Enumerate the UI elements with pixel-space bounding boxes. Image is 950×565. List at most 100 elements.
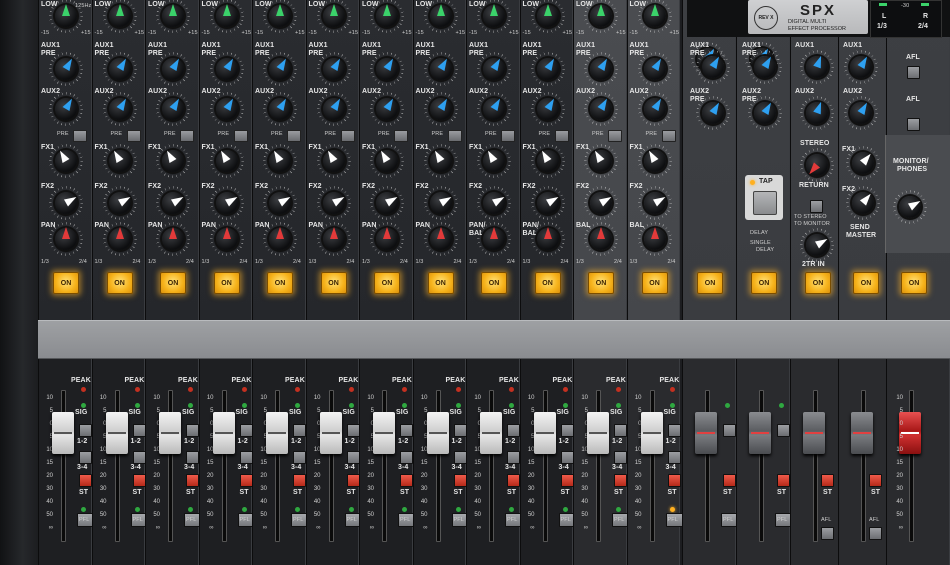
bus-34-button[interactable]: [667, 451, 681, 464]
aux2-pre-switch[interactable]: [126, 130, 141, 142]
fx2-knob[interactable]: [536, 192, 560, 214]
fx1-knob[interactable]: [162, 148, 184, 172]
bus-34-button[interactable]: [560, 451, 574, 464]
bus-34-button[interactable]: [453, 451, 467, 464]
on-button[interactable]: ON: [53, 272, 79, 294]
aux2-pre-switch[interactable]: [73, 130, 87, 142]
bus-12-button[interactable]: [346, 424, 360, 437]
on-button[interactable]: ON: [481, 272, 507, 294]
channel-fader[interactable]: [52, 412, 74, 454]
bus-34-button[interactable]: [79, 451, 92, 464]
stereo-bus-button[interactable]: [723, 474, 736, 487]
low-eq-knob[interactable]: [108, 4, 131, 27]
aux2-knob[interactable]: [108, 96, 131, 120]
aux2-knob[interactable]: [215, 96, 238, 120]
stereo-bus-button[interactable]: [293, 474, 306, 487]
aux1-knob[interactable]: [590, 56, 612, 80]
stereo-bus-button[interactable]: [560, 474, 574, 487]
afl-button[interactable]: [821, 527, 834, 540]
channel-fader[interactable]: [159, 412, 181, 454]
aux1-knob[interactable]: [429, 56, 452, 80]
aux2-knob[interactable]: [643, 96, 666, 120]
on-button[interactable]: ON: [267, 272, 293, 294]
aux2-knob[interactable]: [376, 96, 398, 120]
master-on-button[interactable]: ON: [751, 272, 777, 294]
on-button[interactable]: ON: [534, 272, 561, 294]
to-stereo-button[interactable]: [821, 474, 834, 487]
bus-34-button[interactable]: [614, 451, 627, 464]
channel-fader[interactable]: [533, 412, 556, 454]
on-button[interactable]: ON: [320, 272, 347, 294]
low-eq-knob[interactable]: [162, 4, 184, 27]
aux1-knob[interactable]: [536, 56, 559, 80]
aux2-pre-switch[interactable]: [554, 130, 569, 142]
pan-knob[interactable]: [429, 227, 452, 250]
bus-34-button[interactable]: [186, 451, 199, 464]
aux2-pre-switch[interactable]: [233, 130, 248, 142]
aux1-knob[interactable]: [269, 56, 291, 80]
low-eq-knob[interactable]: [269, 4, 291, 27]
on-button[interactable]: ON: [160, 272, 186, 294]
fx2-knob[interactable]: [269, 192, 293, 214]
bus-12-button[interactable]: [667, 424, 681, 437]
master-on-button[interactable]: ON: [805, 272, 831, 294]
fx1-knob[interactable]: [376, 148, 398, 172]
bus-34-button[interactable]: [346, 451, 360, 464]
fx1-knob[interactable]: [322, 148, 345, 172]
bus-12-button[interactable]: [132, 424, 146, 437]
bus-12-button[interactable]: [400, 424, 413, 437]
stereo-bus-button[interactable]: [400, 474, 413, 487]
aux2-knob[interactable]: [162, 96, 184, 120]
low-eq-knob[interactable]: [322, 4, 345, 27]
aux2-pre-switch[interactable]: [287, 130, 301, 142]
bus-34-button[interactable]: [400, 451, 413, 464]
to-stereo-switch[interactable]: [810, 200, 823, 213]
stereo-return-knob[interactable]: [806, 154, 828, 177]
aux1-send-fader[interactable]: [803, 412, 825, 454]
bus-12-button[interactable]: [614, 424, 627, 437]
fx2-knob[interactable]: [429, 192, 453, 214]
stereo-bus-button[interactable]: [507, 474, 520, 487]
pan-knob[interactable]: [643, 227, 666, 250]
channel-fader[interactable]: [480, 412, 502, 454]
send-fx1-knob[interactable]: [852, 151, 874, 174]
aux2-knob[interactable]: [429, 96, 452, 120]
channel-fader[interactable]: [373, 412, 395, 454]
bus-button[interactable]: [723, 424, 736, 437]
fx2-knob[interactable]: [643, 192, 667, 214]
fxret-aux2-knob[interactable]: [702, 100, 724, 124]
fxret2-aux1-knob[interactable]: [754, 54, 776, 78]
low-eq-knob[interactable]: [536, 4, 559, 27]
send-aux1-knob[interactable]: [850, 54, 872, 78]
to-stereo-button[interactable]: [869, 474, 882, 487]
aux1-knob[interactable]: [483, 56, 505, 80]
fx1-send-fader[interactable]: [695, 412, 717, 454]
on-button[interactable]: ON: [374, 272, 400, 294]
stereo-bus-button[interactable]: [614, 474, 627, 487]
pan-knob[interactable]: [269, 227, 291, 250]
aux2-pre-switch[interactable]: [394, 130, 408, 142]
tap-button[interactable]: [753, 191, 777, 215]
on-button[interactable]: ON: [106, 272, 133, 294]
fx1-knob[interactable]: [429, 148, 452, 172]
fx1-knob[interactable]: [483, 148, 505, 172]
bus-34-button[interactable]: [132, 451, 146, 464]
bus-12-button[interactable]: [507, 424, 520, 437]
afl-button[interactable]: [869, 527, 882, 540]
pan-knob[interactable]: [55, 227, 77, 250]
aux2-pre-switch[interactable]: [447, 130, 462, 142]
return-aux2-knob[interactable]: [806, 100, 828, 124]
pan-knob[interactable]: [536, 227, 559, 250]
bus-12-button[interactable]: [239, 424, 253, 437]
pan-knob[interactable]: [376, 227, 398, 250]
low-eq-knob[interactable]: [643, 4, 666, 27]
channel-fader[interactable]: [105, 412, 128, 454]
channel-fader[interactable]: [212, 412, 235, 454]
aux2-pre-switch[interactable]: [661, 130, 676, 142]
bus-12-button[interactable]: [79, 424, 92, 437]
send-fx2-knob[interactable]: [852, 191, 874, 214]
fxret-aux1-knob[interactable]: [702, 54, 724, 78]
fx2-knob[interactable]: [483, 192, 507, 214]
fx2-knob[interactable]: [55, 192, 79, 214]
aux2-pre-switch[interactable]: [608, 130, 622, 142]
